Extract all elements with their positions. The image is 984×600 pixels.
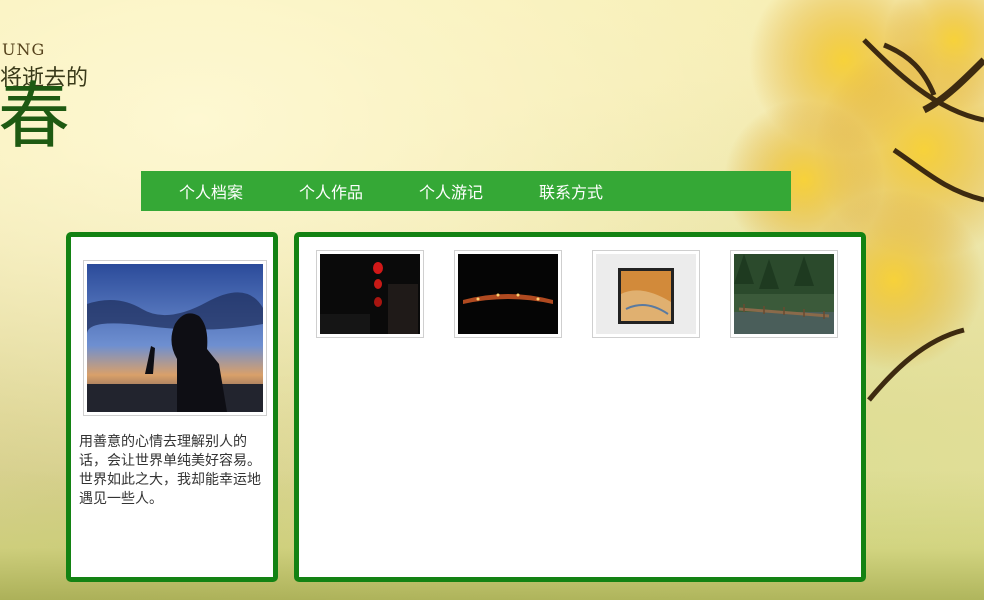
- profile-bio: 用善意的心情去理解别人的话，会让世界单纯美好容易。世界如此之大，我却能幸运地遇见…: [79, 434, 261, 507]
- red-lanterns-night-photo-icon: [320, 254, 420, 334]
- night-bridge-lights-photo-icon: [458, 254, 558, 334]
- nav-item-profile[interactable]: 个人档案: [179, 179, 243, 203]
- gallery-panel: [294, 232, 866, 582]
- silhouette-sunset-photo-image: [87, 264, 263, 412]
- profile-panel: 用善意的心情去理解别人的话，会让世界单纯美好容易。世界如此之大，我却能幸运地遇见…: [66, 232, 278, 582]
- nav-item-contact[interactable]: 联系方式: [539, 179, 603, 203]
- header-title: 春: [0, 74, 71, 158]
- profile-photo[interactable]: [83, 260, 267, 416]
- nav-item-works[interactable]: 个人作品: [299, 179, 363, 203]
- gallery-thumb[interactable]: [454, 250, 562, 338]
- main-nav: 个人档案 个人作品 个人游记 联系方式: [141, 171, 791, 211]
- framed-painting-photo-icon: [596, 254, 696, 334]
- gallery-thumb[interactable]: [316, 250, 424, 338]
- gallery-thumb[interactable]: [592, 250, 700, 338]
- nav-item-travel[interactable]: 个人游记: [419, 179, 483, 203]
- gallery-thumb[interactable]: [730, 250, 838, 338]
- header-title-latin: UNG: [2, 40, 46, 59]
- wooden-boardwalk-forest-photo-icon: [734, 254, 834, 334]
